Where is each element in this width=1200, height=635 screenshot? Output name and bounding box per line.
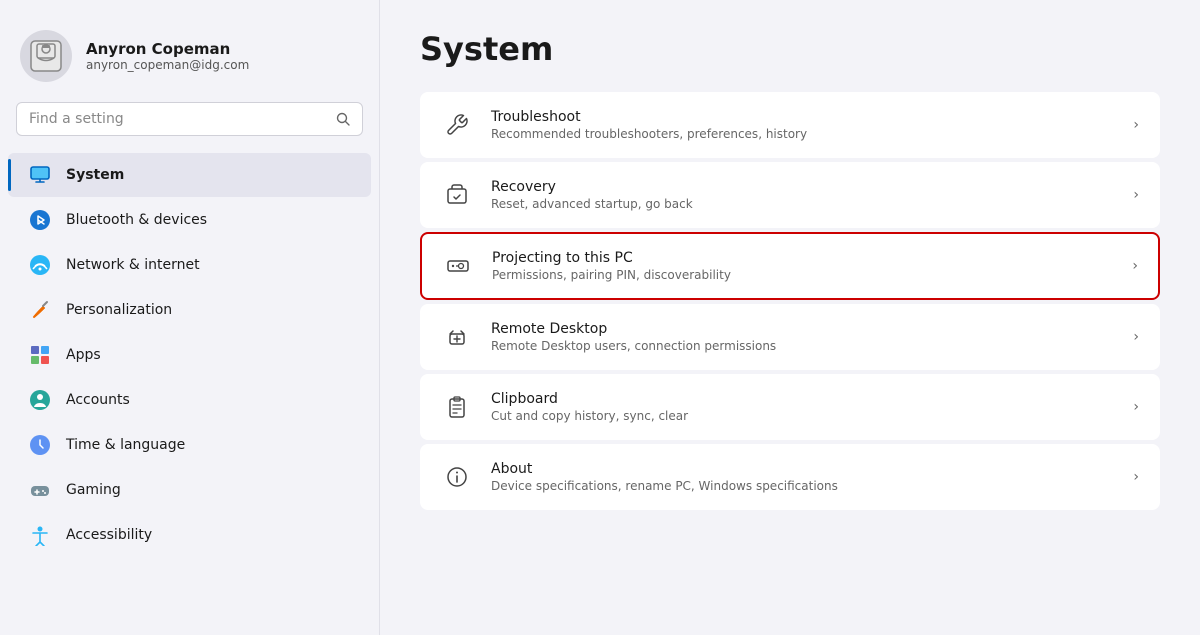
chevron-right-icon: ›: [1133, 117, 1139, 133]
monitor-icon: [28, 163, 52, 187]
setting-item-troubleshoot[interactable]: Troubleshoot Recommended troubleshooters…: [420, 92, 1160, 158]
setting-item-clipboard[interactable]: Clipboard Cut and copy history, sync, cl…: [420, 374, 1160, 440]
accessibility-icon: [28, 523, 52, 547]
accounts-icon: [28, 388, 52, 412]
setting-title-recovery: Recovery: [491, 179, 1115, 195]
setting-text-recovery: Recovery Reset, advanced startup, go bac…: [491, 179, 1115, 211]
user-info: Anyron Copeman anyron_copeman@idg.com: [86, 40, 249, 72]
sidebar-item-label: Apps: [66, 347, 101, 363]
main-content: System Troubleshoot Recommended troubles…: [380, 0, 1200, 635]
search-icon: [336, 112, 350, 126]
sidebar-item-label: Bluetooth & devices: [66, 212, 207, 228]
page-title: System: [420, 30, 1160, 68]
gaming-icon: [28, 478, 52, 502]
projector-icon: [442, 250, 474, 282]
user-email: anyron_copeman@idg.com: [86, 58, 249, 72]
search-input[interactable]: [29, 111, 328, 127]
clipboard-icon: [441, 391, 473, 423]
remote-icon: [441, 321, 473, 353]
sidebar-item-label: Time & language: [66, 437, 185, 453]
sidebar-item-bluetooth[interactable]: Bluetooth & devices: [8, 198, 371, 242]
sidebar-item-label: Accounts: [66, 392, 130, 408]
user-name: Anyron Copeman: [86, 40, 249, 58]
chevron-right-icon: ›: [1133, 187, 1139, 203]
sidebar-item-label: Network & internet: [66, 257, 200, 273]
avatar: [20, 30, 72, 82]
setting-text-remote-desktop: Remote Desktop Remote Desktop users, con…: [491, 321, 1115, 353]
setting-desc-clipboard: Cut and copy history, sync, clear: [491, 409, 1115, 423]
bluetooth-icon: [28, 208, 52, 232]
setting-desc-projecting: Permissions, pairing PIN, discoverabilit…: [492, 268, 1114, 282]
setting-title-remote-desktop: Remote Desktop: [491, 321, 1115, 337]
setting-title-about: About: [491, 461, 1115, 477]
setting-item-recovery[interactable]: Recovery Reset, advanced startup, go bac…: [420, 162, 1160, 228]
sidebar: Anyron Copeman anyron_copeman@idg.com Sy…: [0, 0, 380, 635]
setting-title-projecting: Projecting to this PC: [492, 250, 1114, 266]
sidebar-item-gaming[interactable]: Gaming: [8, 468, 371, 512]
chevron-right-icon: ›: [1132, 258, 1138, 274]
time-icon: [28, 433, 52, 457]
setting-desc-about: Device specifications, rename PC, Window…: [491, 479, 1115, 493]
sidebar-item-apps[interactable]: Apps: [8, 333, 371, 377]
setting-title-troubleshoot: Troubleshoot: [491, 109, 1115, 125]
setting-item-remote-desktop[interactable]: Remote Desktop Remote Desktop users, con…: [420, 304, 1160, 370]
nav-list: System Bluetooth & devices Network & int…: [0, 152, 379, 635]
sidebar-item-label: Accessibility: [66, 527, 152, 543]
brush-icon: [28, 298, 52, 322]
settings-list: Troubleshoot Recommended troubleshooters…: [420, 92, 1160, 510]
apps-icon: [28, 343, 52, 367]
setting-text-troubleshoot: Troubleshoot Recommended troubleshooters…: [491, 109, 1115, 141]
network-icon: [28, 253, 52, 277]
sidebar-item-label: System: [66, 167, 124, 183]
setting-desc-troubleshoot: Recommended troubleshooters, preferences…: [491, 127, 1115, 141]
sidebar-item-label: Personalization: [66, 302, 172, 318]
setting-desc-remote-desktop: Remote Desktop users, connection permiss…: [491, 339, 1115, 353]
wrench-icon: [441, 109, 473, 141]
chevron-right-icon: ›: [1133, 329, 1139, 345]
recovery-icon: [441, 179, 473, 211]
sidebar-item-time[interactable]: Time & language: [8, 423, 371, 467]
chevron-right-icon: ›: [1133, 469, 1139, 485]
setting-item-about[interactable]: About Device specifications, rename PC, …: [420, 444, 1160, 510]
setting-text-about: About Device specifications, rename PC, …: [491, 461, 1115, 493]
info-icon: [441, 461, 473, 493]
sidebar-item-personalization[interactable]: Personalization: [8, 288, 371, 332]
sidebar-item-accounts[interactable]: Accounts: [8, 378, 371, 422]
sidebar-item-network[interactable]: Network & internet: [8, 243, 371, 287]
setting-title-clipboard: Clipboard: [491, 391, 1115, 407]
sidebar-item-label: Gaming: [66, 482, 121, 498]
sidebar-item-accessibility[interactable]: Accessibility: [8, 513, 371, 557]
sidebar-item-system[interactable]: System: [8, 153, 371, 197]
setting-text-projecting: Projecting to this PC Permissions, pairi…: [492, 250, 1114, 282]
setting-item-projecting[interactable]: Projecting to this PC Permissions, pairi…: [420, 232, 1160, 300]
setting-desc-recovery: Reset, advanced startup, go back: [491, 197, 1115, 211]
search-box[interactable]: [16, 102, 363, 136]
chevron-right-icon: ›: [1133, 399, 1139, 415]
user-profile: Anyron Copeman anyron_copeman@idg.com: [0, 20, 379, 102]
setting-text-clipboard: Clipboard Cut and copy history, sync, cl…: [491, 391, 1115, 423]
